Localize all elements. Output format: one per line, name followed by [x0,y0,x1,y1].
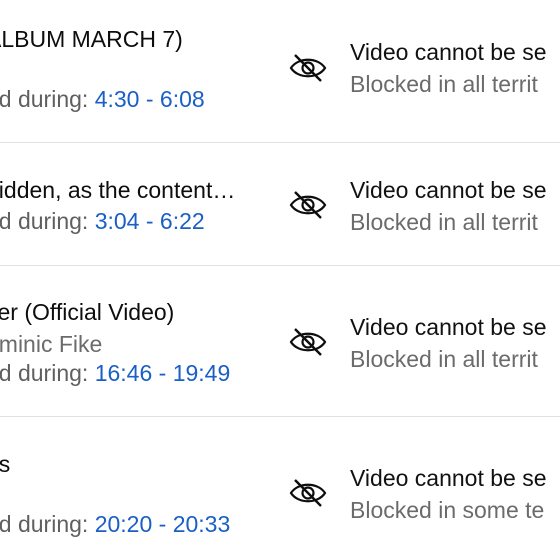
claim-row[interactable]: us nd during: 20:20 - 20:33 Video cannot… [0,417,560,560]
found-during: nd during: 16:46 - 19:49 [0,358,230,388]
timestamp-link[interactable]: 4:30 - 6:08 [95,86,205,112]
copyright-claims-list: ALBUM MARCH 7) nd during: 4:30 - 6:08 Vi… [0,0,560,560]
claim-status: Video cannot be se Blocked in all territ [350,174,547,238]
status-text: Video cannot be se [350,465,547,491]
restriction-text: Blocked in all territ [350,71,538,97]
status-text: Video cannot be se [350,39,547,65]
found-during: nd during: 4:30 - 6:08 [0,84,205,114]
claim-title: ALBUM MARCH 7) [0,26,183,52]
claim-title: ver (Official Video) [0,299,175,325]
claim-status: Video cannot be se Blocked in all territ [350,36,547,100]
status-text: Video cannot be se [350,314,547,340]
claim-title: hidden, as the content… [0,177,236,203]
found-during: nd during: 20:20 - 20:33 [0,509,230,539]
found-during-label: nd during: [0,86,89,112]
found-during-label: nd during: [0,511,89,537]
restriction-text: Blocked in some te [350,497,545,523]
eye-off-icon [288,478,328,508]
claim-row[interactable]: hidden, as the content… nd during: 3:04 … [0,143,560,266]
claim-title: us [0,451,11,477]
timestamp-link[interactable]: 3:04 - 6:22 [95,208,205,234]
restriction-text: Blocked in all territ [350,209,538,235]
eye-off-icon [288,53,328,83]
found-during-label: nd during: [0,208,89,234]
status-text: Video cannot be se [350,177,547,203]
claim-status: Video cannot be se Blocked in all territ [350,311,547,375]
found-during: nd during: 3:04 - 6:22 [0,206,205,236]
claim-artist: ominic Fike [0,331,103,357]
claim-status: Video cannot be se Blocked in some te [350,462,547,526]
eye-off-icon [288,327,328,357]
eye-off-icon [288,190,328,220]
claim-row[interactable]: ver (Official Video) ominic Fike nd duri… [0,266,560,417]
found-during-label: nd during: [0,360,89,386]
restriction-text: Blocked in all territ [350,346,538,372]
claim-row[interactable]: ALBUM MARCH 7) nd during: 4:30 - 6:08 Vi… [0,0,560,143]
timestamp-link[interactable]: 20:20 - 20:33 [95,511,231,537]
timestamp-link[interactable]: 16:46 - 19:49 [95,360,231,386]
